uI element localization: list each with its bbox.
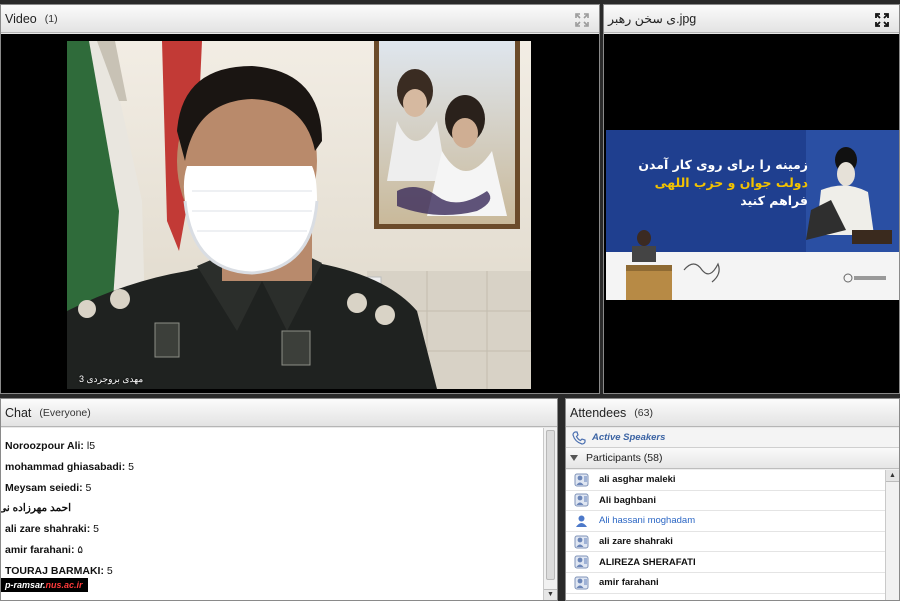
chat-sender: ali zare shahraki: xyxy=(5,523,91,536)
chat-message: Noroozpour Ali: l5 xyxy=(1,436,543,457)
chat-pod-header: Chat (Everyone) xyxy=(1,399,557,427)
watermark-prefix: p-ramsar. xyxy=(5,580,46,590)
scroll-down-icon[interactable]: ▼ xyxy=(544,589,557,600)
banner-text: زمینه را برای روی کار آمدن دولت جوان و ح… xyxy=(612,156,808,210)
chat-body: Noroozpour Ali: l5 mohammad ghiasabadi: … xyxy=(1,428,557,600)
chat-sender: Noroozpour Ali: xyxy=(5,440,84,452)
participant-name: Ali hassani moghadam xyxy=(599,515,696,527)
participant-row[interactable]: amir farahani xyxy=(566,573,885,594)
chat-message-list: Noroozpour Ali: l5 mohammad ghiasabadi: … xyxy=(1,428,543,600)
video-pod-header: Video (1) xyxy=(1,5,599,33)
shared-image-banner: زمینه را برای روی کار آمدن دولت جوان و ح… xyxy=(606,130,899,300)
participant-icon xyxy=(576,515,587,527)
banner-line-2: دولت جوان و حزب اللهی xyxy=(654,175,808,190)
participant-name: amir farahani xyxy=(599,577,659,589)
chat-text: 5 xyxy=(103,564,113,577)
chevron-down-icon[interactable] xyxy=(570,455,578,461)
chat-sender: TOURAJ BARMAKI: xyxy=(5,564,104,577)
chat-message: احمد مهرزاده نی: ۵ xyxy=(1,498,71,519)
active-speakers-label: Active Speakers xyxy=(592,432,666,443)
participant-row[interactable]: Ali baghbani xyxy=(566,491,885,512)
attendees-pod: Attendees (63) Active Speakers Participa… xyxy=(565,398,900,601)
chat-scroll-thumb[interactable] xyxy=(546,430,555,580)
fullscreen-icon[interactable] xyxy=(575,13,589,27)
image-pod: ی سخن رهبر.jpg زمینه را برای روی کار آمد… xyxy=(603,4,900,394)
chat-text: l5 xyxy=(83,440,96,452)
video-area: مهدی بروجردی 3 xyxy=(1,34,599,393)
chat-scope: (Everyone) xyxy=(39,406,91,419)
participants-group-header[interactable]: Participants (58) xyxy=(566,448,899,469)
site-watermark: p-ramsar.nus.ac.ir xyxy=(1,578,88,592)
participant-row[interactable]: ali zare shahraki xyxy=(566,532,885,553)
chat-message: ali zare shahraki: 5 xyxy=(1,519,543,540)
scroll-up-icon[interactable]: ▲ xyxy=(886,470,899,482)
chat-text: 5 xyxy=(125,460,134,473)
participant-name: ALIREZA SHERAFATI xyxy=(599,556,696,568)
attendees-pod-header: Attendees (63) xyxy=(566,399,899,427)
participant-icon xyxy=(574,493,589,507)
banner-line-3: فراهم کنید xyxy=(740,193,808,208)
video-pod-count: (1) xyxy=(44,12,58,25)
phone-icon xyxy=(572,430,586,445)
camera-image xyxy=(67,41,531,389)
camera-name-label: مهدی بروجردی 3 xyxy=(79,374,144,384)
chat-scrollbar[interactable]: ▼ xyxy=(543,428,557,600)
banner-line-1: زمینه را برای روی کار آمدن xyxy=(638,157,808,172)
meeting-window: Video (1) مهدی بروجردی 3 ی سخن رهبر.jpg … xyxy=(0,0,900,601)
chat-message: mohammad ghiasabadi: 5 xyxy=(1,457,543,478)
chat-sender: mohammad ghiasabadi: xyxy=(5,460,126,473)
attendees-pod-title: Attendees xyxy=(570,405,627,420)
participant-row-selected[interactable]: Ali hassani moghadam xyxy=(566,511,885,532)
participant-icon xyxy=(574,555,589,569)
video-pod: Video (1) مهدی بروجردی 3 xyxy=(0,4,600,394)
chat-text: ۵ xyxy=(74,543,84,556)
image-pod-title: ی سخن رهبر.jpg xyxy=(608,12,697,26)
video-pod-title: Video xyxy=(5,11,37,26)
participants-list: ali asghar maleki Ali baghbani Ali hassa… xyxy=(566,470,885,600)
chat-message: Meysam seiedi: 5 xyxy=(1,478,543,499)
participant-icon xyxy=(574,576,589,590)
participant-icon xyxy=(574,473,589,487)
chat-text: 5 xyxy=(82,481,92,494)
attendees-scrollbar[interactable]: ▲ xyxy=(885,470,899,600)
watermark-domain: nus.ac.ir xyxy=(45,580,83,590)
camera-feed: مهدی بروجردی 3 xyxy=(67,41,531,389)
image-pod-header: ی سخن رهبر.jpg xyxy=(604,5,899,33)
chat-pod: Chat (Everyone) Noroozpour Ali: l5 moham… xyxy=(0,398,558,601)
participant-name: ali zare shahraki xyxy=(599,536,673,548)
chat-sender: احمد مهرزاده نی: xyxy=(1,502,71,515)
participants-label: Participants (58) xyxy=(586,452,663,464)
attendees-body: Active Speakers Participants (58) ali as… xyxy=(566,428,899,600)
chat-sender: Meysam seiedi: xyxy=(5,481,83,494)
attendees-count: (63) xyxy=(634,406,653,419)
participant-name: Ali baghbani xyxy=(599,494,656,506)
fullscreen-icon[interactable] xyxy=(875,13,889,27)
participant-name: ali asghar maleki xyxy=(599,474,676,486)
participant-row[interactable]: ali asghar maleki xyxy=(566,470,885,491)
participant-row[interactable]: ALIREZA SHERAFATI xyxy=(566,552,885,573)
active-speakers-row[interactable]: Active Speakers xyxy=(566,428,899,448)
chat-sender: amir farahani: xyxy=(5,543,75,556)
chat-message: amir farahani: ۵ xyxy=(1,540,543,561)
chat-text: 5 xyxy=(90,523,99,536)
chat-pod-title: Chat xyxy=(5,405,32,420)
participant-icon xyxy=(574,535,589,549)
shared-image-area: زمینه را برای روی کار آمدن دولت جوان و ح… xyxy=(604,34,899,393)
